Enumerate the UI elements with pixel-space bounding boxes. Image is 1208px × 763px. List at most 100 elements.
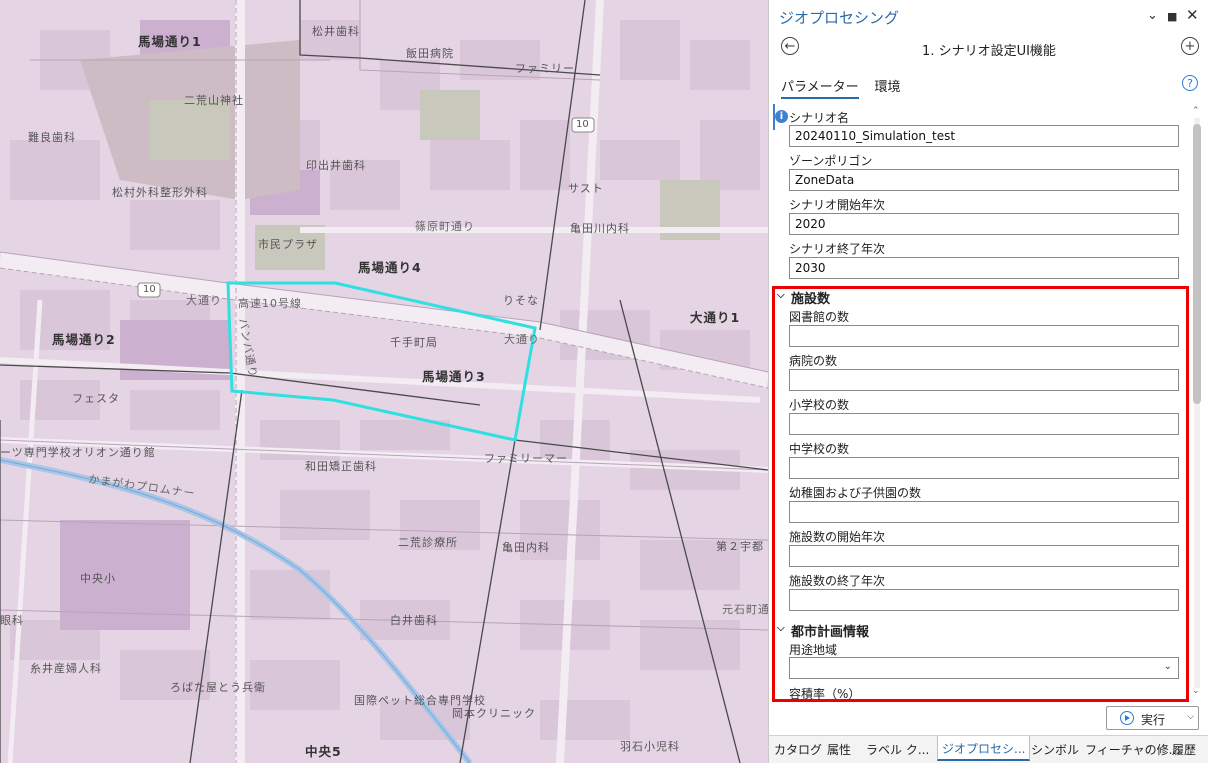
close-icon[interactable]: ✕: [1186, 6, 1199, 24]
map-label: 松井歯科: [312, 25, 360, 38]
scenario-end-year-input[interactable]: 2030: [789, 257, 1179, 279]
parameter-tabs: パラメーター 環境: [781, 74, 912, 99]
map-canvas[interactable]: [0, 0, 768, 763]
run-button[interactable]: 実行 ⌵: [1106, 706, 1199, 730]
route-shield-label: 10: [576, 119, 589, 130]
junior-high-count-label: 中学校の数: [789, 442, 850, 456]
map-label: 白井歯科: [390, 614, 438, 627]
info-icon: i: [775, 110, 788, 123]
map-label: 亀田川内科: [570, 222, 630, 235]
map-label: 中央5: [305, 744, 342, 759]
tab-modify-features[interactable]: フィーチャの修...: [1085, 741, 1180, 758]
elementary-school-count-label: 小学校の数: [789, 398, 850, 412]
kindergarten-count-input[interactable]: [789, 501, 1179, 523]
library-count-label: 図書館の数: [789, 310, 850, 324]
map-label: 千手町局: [390, 336, 438, 349]
scroll-up-icon[interactable]: ⌃: [1192, 106, 1200, 116]
hospital-count-label: 病院の数: [789, 354, 838, 368]
map-label: 高速10号線: [238, 297, 302, 310]
map-label: りそな: [503, 294, 539, 307]
scroll-down-icon[interactable]: ⌄: [1192, 686, 1200, 696]
facilities-group-title: 施設数: [791, 292, 831, 307]
geoprocessing-pane: ジオプロセシング ⌄ ■ ✕ 1. シナリオ設定UI機能 ← + パラメーター …: [768, 0, 1208, 763]
map-label: 松村外科整形外科: [112, 186, 208, 199]
map-label: 二荒診療所: [398, 536, 458, 549]
land-use-zone-label: 用途地域: [789, 643, 838, 657]
tab-parameters[interactable]: パラメーター: [781, 74, 859, 99]
back-icon[interactable]: ←: [781, 37, 799, 55]
facilities-end-year-label: 施設数の終了年次: [789, 574, 886, 588]
map-label: 難良歯科: [28, 131, 76, 144]
vertical-scrollbar[interactable]: ⌃ ⌄: [1190, 104, 1204, 702]
library-count-input[interactable]: [789, 325, 1179, 347]
map-view[interactable]: 馬場通り1 松井歯科 飯田病院 ファミリー 二荒山神社 難良歯科 印出井歯科 松…: [0, 0, 768, 763]
chevron-down-icon: ⌵: [777, 623, 785, 634]
facilities-end-year-input[interactable]: [789, 589, 1179, 611]
map-label: 印出井歯科: [306, 159, 366, 172]
tab-history[interactable]: 履歴: [1172, 741, 1196, 758]
map-label: ーツ専門学校オリオン通り館: [0, 446, 156, 459]
run-icon: [1120, 711, 1134, 725]
chevron-down-icon: ⌵: [777, 290, 785, 301]
map-label: 市民プラザ: [258, 238, 318, 251]
map-label: ファミリーマー: [484, 452, 568, 465]
scenario-name-input[interactable]: 20240110_Simulation_test: [789, 125, 1179, 147]
junior-high-count-input[interactable]: [789, 457, 1179, 479]
add-icon[interactable]: +: [1181, 37, 1199, 55]
facilities-start-year-input[interactable]: [789, 545, 1179, 567]
hospital-count-input[interactable]: [789, 369, 1179, 391]
map-label: 二荒山神社: [184, 94, 244, 107]
pane-title: ジオプロセシング: [779, 9, 900, 27]
scroll-thumb[interactable]: [1193, 124, 1201, 404]
urban-planning-group-title: 都市計画情報: [791, 625, 870, 640]
zone-polygon-input[interactable]: ZoneData: [789, 169, 1179, 191]
map-label: 篠原町通り: [415, 220, 475, 233]
facilities-start-year-label: 施設数の開始年次: [789, 530, 886, 544]
map-label: 羽石小児科: [620, 740, 680, 753]
map-label: 和田矯正歯科: [305, 460, 377, 473]
kindergarten-count-label: 幼稚園および子供園の数: [789, 486, 922, 500]
land-use-zone-select[interactable]: ⌄: [789, 657, 1179, 679]
tab-label-class[interactable]: ラベル ク...: [866, 741, 929, 758]
map-label: 第２宇都: [716, 540, 764, 553]
scenario-end-year-label: シナリオ終了年次: [789, 242, 886, 256]
tab-attributes[interactable]: 属性: [827, 741, 851, 758]
route-shield-label: 10: [143, 284, 156, 295]
map-label: サスト: [568, 182, 604, 195]
chevron-down-icon: ⌄: [1163, 661, 1172, 672]
elementary-school-count-input[interactable]: [789, 413, 1179, 435]
map-label: 馬場通り3: [422, 369, 486, 384]
run-button-label: 実行: [1141, 713, 1166, 727]
map-label: 元石町通: [722, 603, 768, 616]
map-label: ろばた屋とう兵衛: [170, 681, 266, 694]
map-label: 中央小: [80, 572, 116, 585]
chevron-down-icon[interactable]: ⌵: [1187, 712, 1194, 722]
tool-title: 1. シナリオ設定UI機能: [922, 44, 1056, 59]
zone-polygon-label: ゾーンポリゴン: [789, 154, 873, 168]
scenario-name-label: シナリオ名: [789, 111, 850, 125]
tab-geoprocessing[interactable]: ジオプロセシ...: [937, 736, 1031, 761]
map-label: 大通り: [504, 333, 540, 346]
map-label: 飯田病院: [406, 47, 454, 60]
floor-area-ratio-label: 容積率（%）: [789, 687, 861, 701]
urban-planning-group-header[interactable]: ⌵ 都市計画情報: [777, 621, 870, 640]
scenario-start-year-input[interactable]: 2020: [789, 213, 1179, 235]
tab-environments[interactable]: 環境: [874, 74, 900, 97]
map-label: フェスタ: [72, 392, 120, 405]
map-label: ファミリー: [515, 62, 575, 75]
map-label: 馬場通り4: [358, 260, 422, 275]
map-label: 糸井産婦人科: [30, 662, 102, 675]
maximize-icon[interactable]: ■: [1167, 10, 1177, 23]
facilities-group-header[interactable]: ⌵ 施設数: [777, 288, 831, 307]
map-label: 大通り1: [690, 310, 741, 325]
map-label: 眼科: [0, 614, 24, 627]
tool-header: 1. シナリオ設定UI機能 ← +: [769, 36, 1208, 60]
pane-titlebar: ジオプロセシング ⌄ ■ ✕: [769, 0, 1208, 34]
scenario-start-year-label: シナリオ開始年次: [789, 198, 886, 212]
bottom-tab-bar: カタログ 属性 ラベル ク... ジオプロセシ... シンボル フィーチャの修.…: [769, 735, 1208, 763]
tab-symbology[interactable]: シンボル: [1031, 741, 1079, 758]
tab-catalog[interactable]: カタログ: [774, 741, 822, 758]
chevron-down-icon[interactable]: ⌄: [1147, 8, 1158, 23]
parameters-panel: i シナリオ名 20240110_Simulation_test ゾーンポリゴン…: [769, 104, 1208, 702]
help-icon[interactable]: ?: [1182, 75, 1198, 91]
